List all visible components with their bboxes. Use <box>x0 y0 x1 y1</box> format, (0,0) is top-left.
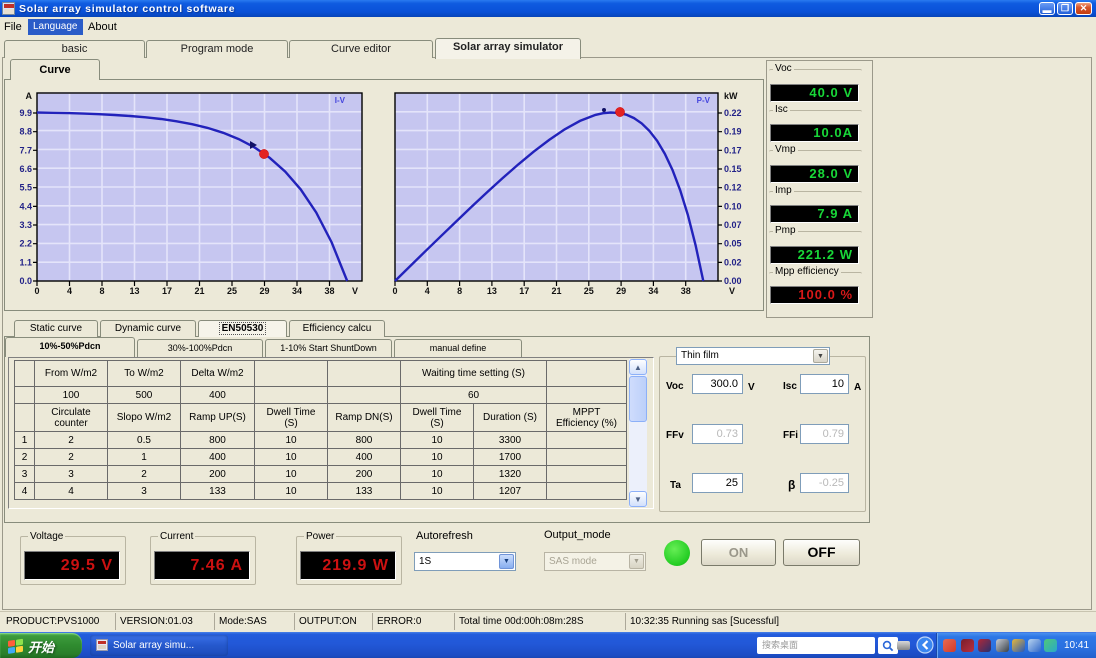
svg-text:4.4: 4.4 <box>19 201 32 211</box>
svg-text:V: V <box>729 286 735 296</box>
svg-text:7.7: 7.7 <box>19 145 32 155</box>
svg-text:A: A <box>26 91 33 101</box>
svg-text:25: 25 <box>584 286 594 296</box>
svg-text:21: 21 <box>551 286 561 296</box>
svg-text:21: 21 <box>194 286 204 296</box>
svg-text:17: 17 <box>519 286 529 296</box>
svg-text:0.12: 0.12 <box>724 183 742 193</box>
svg-text:2.2: 2.2 <box>19 239 32 249</box>
svg-text:13: 13 <box>129 286 139 296</box>
svg-text:0.02: 0.02 <box>724 257 742 267</box>
svg-text:6.6: 6.6 <box>19 164 32 174</box>
svg-text:34: 34 <box>648 286 658 296</box>
svg-text:0: 0 <box>392 286 397 296</box>
svg-text:25: 25 <box>227 286 237 296</box>
svg-text:0.05: 0.05 <box>724 239 742 249</box>
svg-text:38: 38 <box>681 286 691 296</box>
svg-text:0.10: 0.10 <box>724 201 742 211</box>
svg-text:I-V: I-V <box>335 96 346 105</box>
svg-text:0.15: 0.15 <box>724 164 742 174</box>
svg-text:29: 29 <box>259 286 269 296</box>
svg-text:29: 29 <box>616 286 626 296</box>
svg-text:0.07: 0.07 <box>724 220 742 230</box>
svg-text:34: 34 <box>292 286 302 296</box>
svg-text:kW: kW <box>724 91 738 101</box>
svg-text:38: 38 <box>324 286 334 296</box>
svg-text:8: 8 <box>457 286 462 296</box>
svg-text:0.19: 0.19 <box>724 127 742 137</box>
svg-text:13: 13 <box>487 286 497 296</box>
svg-text:8: 8 <box>99 286 104 296</box>
svg-text:9.9: 9.9 <box>19 108 32 118</box>
svg-text:P-V: P-V <box>697 96 711 105</box>
svg-text:8.8: 8.8 <box>19 127 32 137</box>
svg-text:0.22: 0.22 <box>724 108 742 118</box>
svg-text:1.1: 1.1 <box>19 257 32 267</box>
svg-text:0.0: 0.0 <box>19 276 32 286</box>
svg-text:5.5: 5.5 <box>19 183 32 193</box>
svg-text:4: 4 <box>67 286 72 296</box>
svg-text:V: V <box>352 286 358 296</box>
svg-text:0.17: 0.17 <box>724 145 742 155</box>
svg-text:3.3: 3.3 <box>19 220 32 230</box>
svg-text:4: 4 <box>425 286 430 296</box>
svg-text:0.00: 0.00 <box>724 276 742 286</box>
svg-text:17: 17 <box>162 286 172 296</box>
svg-text:0: 0 <box>34 286 39 296</box>
